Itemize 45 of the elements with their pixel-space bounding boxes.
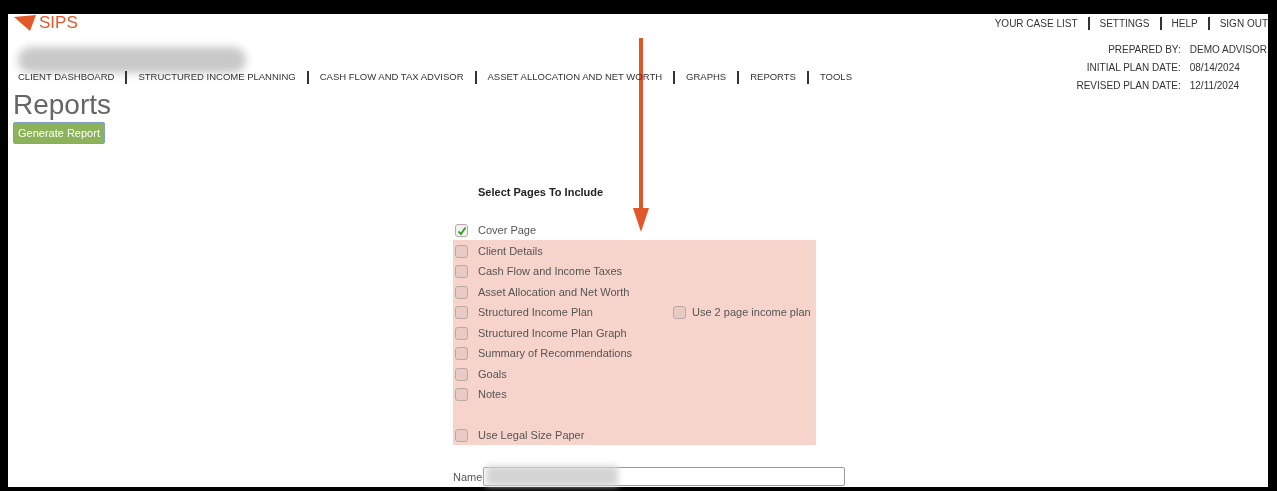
top-link[interactable]: HELP [1171, 16, 1198, 31]
info-label: PREPARED BY: [1107, 44, 1181, 56]
checkbox-label: Use Legal Size Paper [478, 429, 586, 443]
page-title: Reports [13, 90, 113, 120]
nav-link[interactable]: STRUCTURED INCOME PLANNING [138, 69, 296, 85]
checkbox[interactable] [455, 224, 468, 238]
checkbox[interactable] [455, 388, 468, 402]
name-field[interactable] [483, 467, 845, 487]
checkbox[interactable] [455, 367, 468, 381]
logo-text: SIPS [39, 14, 78, 31]
top-link[interactable]: YOUR CASE LIST [994, 16, 1078, 31]
checkbox-label: Cover Page [478, 224, 538, 238]
logo-icon [14, 15, 36, 31]
nav-link[interactable]: CASH FLOW AND TAX ADVISOR [319, 69, 464, 85]
checkbox[interactable] [673, 306, 686, 320]
checkbox-label: Use 2 page income plan [692, 306, 811, 320]
checkbox-label: Client Details [478, 244, 544, 258]
info-value: 12/11/2024 [1189, 80, 1241, 92]
nav-link[interactable]: TOOLS [819, 69, 852, 85]
info-label: REVISED PLAN DATE: [1076, 80, 1181, 92]
nav-link[interactable]: GRAPHS [686, 69, 727, 85]
info-label: INITIAL PLAN DATE: [1085, 62, 1181, 74]
top-link[interactable]: SIGN OUT [1219, 16, 1268, 31]
checkbox-label: Structured Income Plan Graph [478, 326, 628, 340]
checkbox-label: Asset Allocation and Net Worth [478, 285, 631, 299]
checkbox[interactable] [455, 306, 468, 320]
checkbox[interactable] [455, 244, 468, 258]
checkbox[interactable] [455, 326, 468, 340]
checkbox-label: Goals [478, 367, 508, 381]
check-icon [456, 225, 467, 236]
checkbox-label: Notes [478, 388, 508, 402]
section-title: Select Pages To Include [478, 185, 605, 201]
top-link[interactable]: SETTINGS [1099, 16, 1150, 31]
info-value: 08/14/2024 [1189, 62, 1241, 74]
checkbox[interactable] [455, 347, 468, 361]
nav-link[interactable]: REPORTS [750, 69, 796, 85]
checkbox-label: Cash Flow and Income Taxes [478, 265, 624, 279]
checkbox-label: Structured Income Plan [478, 306, 594, 320]
info-value: DEMO ADVISOR [1189, 44, 1267, 56]
nav-link[interactable]: CLIENT DASHBOARD [18, 69, 115, 85]
checkbox[interactable] [455, 429, 468, 443]
field-label: Name [453, 469, 483, 485]
checkbox[interactable] [455, 285, 468, 299]
checkbox[interactable] [455, 265, 468, 279]
checkbox-label: Summary of Recommendations [478, 347, 634, 361]
